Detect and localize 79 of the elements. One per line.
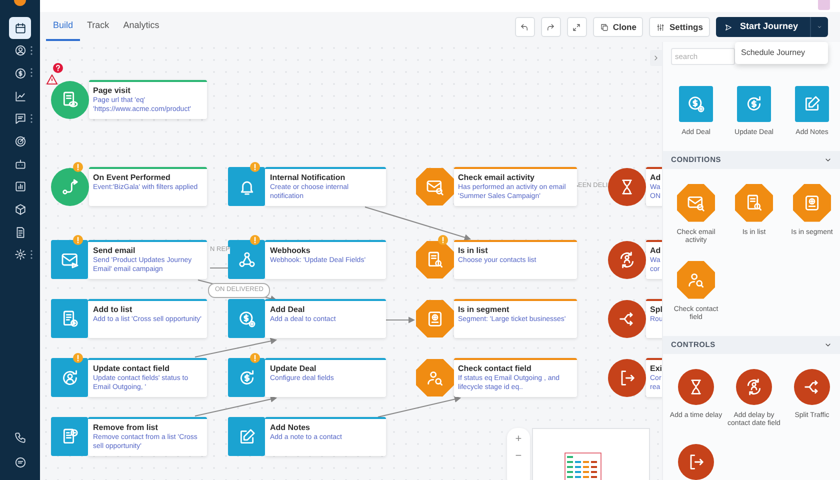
person-cycle-icon[interactable] xyxy=(608,240,646,278)
document-eye-icon[interactable] xyxy=(51,80,89,118)
exit-icon[interactable] xyxy=(608,358,646,396)
node-title: Exi xyxy=(650,364,662,373)
tab[interactable]: Track xyxy=(80,13,116,41)
split-icon[interactable] xyxy=(794,369,830,406)
minimap-drawing xyxy=(564,452,602,480)
caret-icon xyxy=(817,23,822,31)
zoom-button[interactable]: − xyxy=(511,449,526,464)
edit-icon[interactable] xyxy=(228,417,265,456)
dollar-plus-icon[interactable] xyxy=(679,86,713,122)
connector-arrow xyxy=(386,316,416,324)
exit-icon[interactable] xyxy=(678,444,714,480)
hourglass-icon[interactable] xyxy=(608,168,646,206)
more-icon[interactable] xyxy=(30,68,33,78)
redo-icon xyxy=(546,22,556,32)
fullscreen-icon xyxy=(572,22,582,32)
node-title: Update Deal xyxy=(270,364,318,373)
edit-icon[interactable] xyxy=(795,86,829,122)
zoom-button[interactable]: + xyxy=(511,432,526,447)
person-search-icon[interactable] xyxy=(677,260,715,299)
undo-button[interactable] xyxy=(514,17,535,37)
node-title: Check email activity xyxy=(458,173,536,182)
webhook-icon[interactable] xyxy=(228,240,265,279)
settings-button[interactable]: Settings xyxy=(649,17,710,37)
node-title: Remove from list xyxy=(93,423,159,432)
node-title: Internal Notification xyxy=(270,173,346,182)
dollar-plus-icon[interactable] xyxy=(228,299,265,338)
send-icon xyxy=(724,22,733,32)
node-title: Send email xyxy=(93,246,136,255)
node-title: Check contact field xyxy=(458,364,532,373)
node-title: Is in list xyxy=(458,246,489,255)
node-title: Update contact field xyxy=(93,364,170,373)
node-title: Ad xyxy=(650,173,662,182)
node-title: Add to list xyxy=(93,305,134,314)
sliders-icon xyxy=(656,22,666,32)
more-icon[interactable] xyxy=(30,114,33,123)
node-title: Add Deal xyxy=(270,305,306,314)
split-icon[interactable] xyxy=(608,300,646,338)
more-icon[interactable] xyxy=(30,46,33,55)
route-icon[interactable] xyxy=(51,168,89,206)
node-title: Webhooks xyxy=(270,246,312,255)
clone-button[interactable]: Clone xyxy=(592,17,644,37)
connector-line xyxy=(210,267,228,269)
copy-icon xyxy=(600,22,609,32)
bell-icon[interactable] xyxy=(228,167,265,206)
node-title: On Event Performed xyxy=(93,173,172,182)
menu-item[interactable]: Schedule Journey xyxy=(735,47,828,59)
list-search-icon[interactable] xyxy=(735,184,773,222)
envelope-search-icon[interactable] xyxy=(416,168,454,206)
node-title: Is in segment xyxy=(458,305,510,314)
hourglass-icon[interactable] xyxy=(678,369,714,406)
more-icon[interactable] xyxy=(30,250,33,259)
calendar-icon[interactable] xyxy=(9,17,31,39)
envelope-search-icon[interactable] xyxy=(677,184,715,222)
node-title: Spl xyxy=(650,305,662,314)
person-search-icon[interactable] xyxy=(416,358,454,396)
node-title: Page visit xyxy=(93,86,132,95)
start-journey-button[interactable]: Start Journey xyxy=(716,17,810,37)
collapse-toggle[interactable] xyxy=(650,50,662,66)
fullscreen-button[interactable] xyxy=(566,17,587,37)
tab[interactable]: Analytics xyxy=(116,13,166,41)
undo-icon xyxy=(520,22,530,32)
dollar-refresh-icon[interactable] xyxy=(228,358,265,397)
segment-icon[interactable] xyxy=(793,184,831,222)
list-search-icon[interactable] xyxy=(416,240,454,278)
chevron-icon xyxy=(652,54,660,62)
envelope-icon[interactable] xyxy=(51,240,88,279)
dollar-refresh-icon[interactable] xyxy=(737,86,771,122)
segment-icon[interactable] xyxy=(416,300,454,338)
redo-button[interactable] xyxy=(540,17,561,37)
person-cycle-icon[interactable] xyxy=(736,369,772,406)
node-title: Add Notes xyxy=(270,423,311,432)
node-title: Ad xyxy=(650,246,662,255)
list-remove-icon[interactable] xyxy=(51,417,88,456)
caret-button[interactable] xyxy=(810,17,828,37)
person-refresh-icon[interactable] xyxy=(51,358,88,397)
list-add-icon[interactable] xyxy=(51,299,88,338)
minimap[interactable] xyxy=(532,428,650,480)
